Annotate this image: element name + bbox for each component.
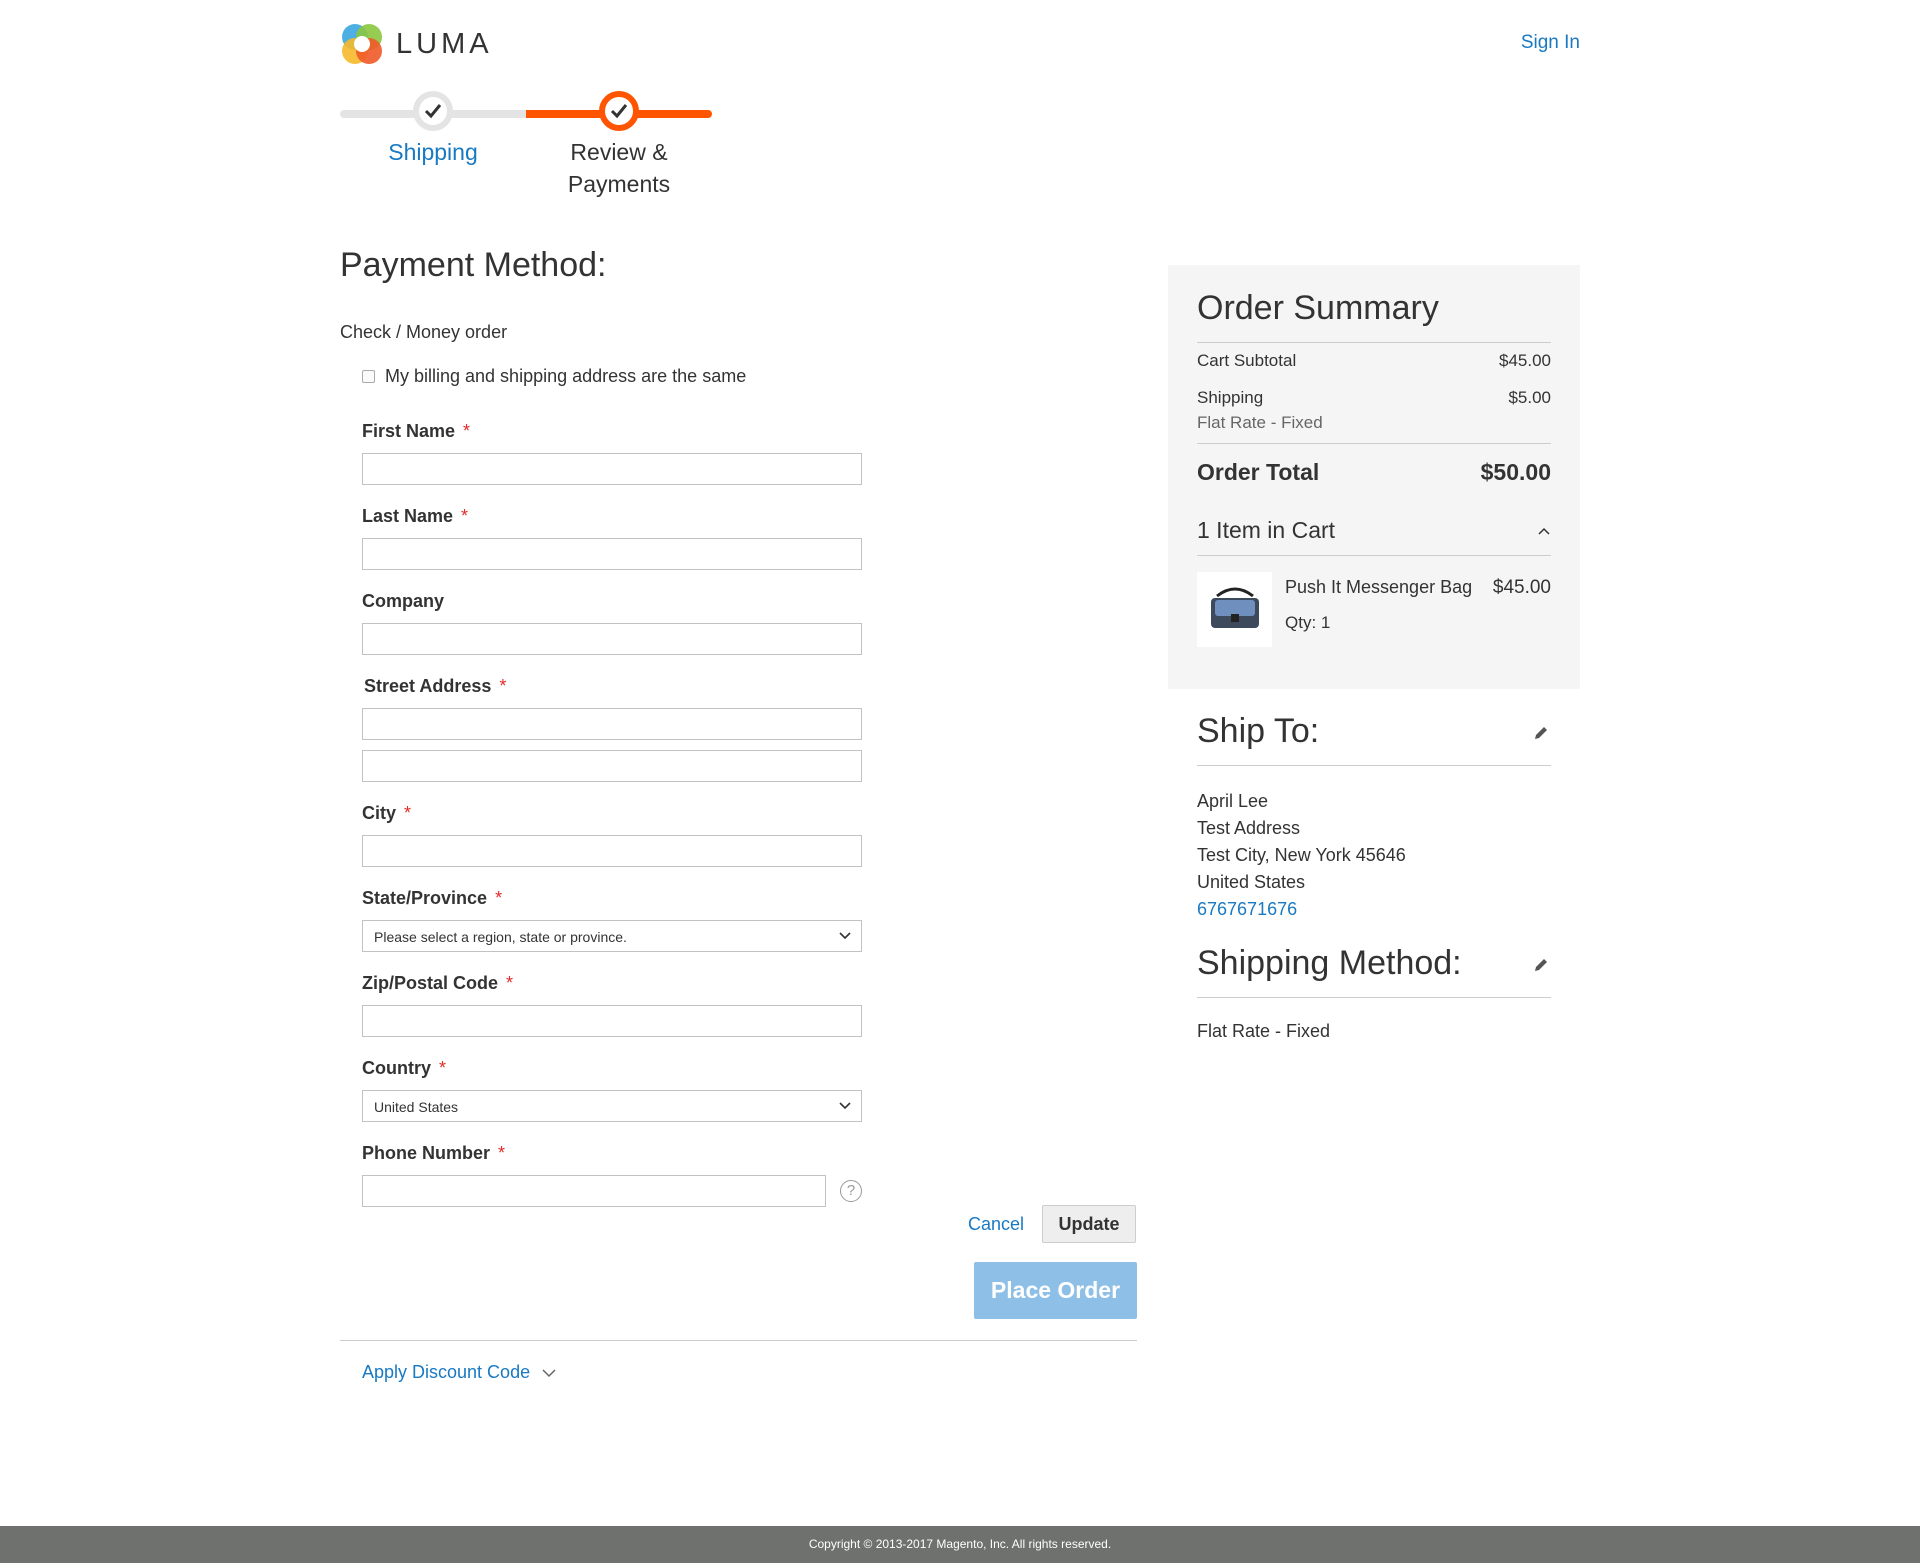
shipping-method-sub: Flat Rate - Fixed — [1197, 413, 1323, 432]
cart-subtotal-label: Cart Subtotal — [1197, 351, 1297, 370]
cancel-link[interactable]: Cancel — [968, 1214, 1024, 1235]
ship-to-name: April Lee — [1197, 791, 1269, 811]
ship-to-address: April Lee Test Address Test City, New Yo… — [1197, 788, 1406, 923]
street-address-label-text: Street Address — [364, 676, 492, 696]
shipping-label: Shipping — [1197, 388, 1264, 407]
zip-label: Zip/Postal Code * — [362, 973, 513, 994]
state-label: State/Province * — [362, 888, 502, 909]
state-label-text: State/Province — [362, 888, 488, 908]
street-address-line1-input[interactable] — [362, 708, 862, 740]
required-mark: * — [439, 1058, 447, 1078]
phone-label-text: Phone Number — [362, 1143, 491, 1163]
divider — [1197, 765, 1551, 766]
ship-to-country: United States — [1197, 872, 1306, 892]
shipping-value: $5.00 — [1508, 388, 1551, 407]
zip-input[interactable] — [362, 1005, 862, 1037]
country-select[interactable]: United States — [362, 1090, 862, 1122]
first-name-input[interactable] — [362, 453, 862, 485]
first-name-label-text: First Name — [362, 421, 456, 441]
update-button[interactable]: Update — [1042, 1205, 1136, 1243]
step-shipping-label[interactable]: Shipping — [353, 136, 513, 168]
product-thumbnail — [1197, 572, 1272, 647]
footer-copyright: Copyright © 2013-2017 Magento, Inc. All … — [0, 1526, 1920, 1563]
state-select-value: Please select a region, state or provinc… — [374, 929, 627, 945]
chevron-down-icon — [839, 932, 851, 940]
order-total-row: Order Total $50.00 — [1197, 459, 1551, 486]
step-review-check-icon — [599, 91, 639, 131]
cart-subtotal-row: Cart Subtotal $45.00 — [1197, 351, 1551, 371]
city-input[interactable] — [362, 835, 862, 867]
same-address-row[interactable]: My billing and shipping address are the … — [362, 366, 746, 387]
ship-to-street: Test Address — [1197, 818, 1301, 838]
required-mark: * — [461, 506, 469, 526]
product-price: $45.00 — [1492, 577, 1551, 598]
street-address-line2-input[interactable] — [362, 750, 862, 782]
divider — [1197, 997, 1551, 998]
ship-to-title: Ship To: — [1197, 712, 1320, 750]
required-mark: * — [404, 803, 412, 823]
place-order-button[interactable]: Place Order — [974, 1262, 1137, 1319]
items-in-cart-toggle[interactable]: 1 Item in Cart — [1197, 517, 1551, 544]
city-label-text: City — [362, 803, 397, 823]
checkout-progress: Shipping Review & Payments — [340, 86, 712, 206]
required-mark: * — [499, 676, 507, 696]
order-summary: Order Summary Cart Subtotal $45.00 Shipp… — [1168, 265, 1580, 689]
brand-name: LUMA — [396, 27, 493, 60]
help-icon[interactable]: ? — [840, 1180, 862, 1202]
company-input[interactable] — [362, 623, 862, 655]
order-total-label: Order Total — [1197, 459, 1320, 485]
messenger-bag-icon — [1210, 587, 1259, 628]
required-mark: * — [498, 1143, 506, 1163]
divider — [340, 1340, 1137, 1341]
payment-method-title: Payment Method: — [340, 246, 607, 284]
step-shipping-check-icon[interactable] — [413, 91, 453, 131]
chevron-down-icon — [839, 1102, 851, 1110]
chevron-down-icon — [542, 1368, 556, 1377]
edit-pencil-icon[interactable] — [1532, 956, 1550, 974]
phone-label: Phone Number * — [362, 1143, 505, 1164]
city-label: City * — [362, 803, 411, 824]
last-name-label: Last Name * — [362, 506, 468, 527]
same-address-label[interactable]: My billing and shipping address are the … — [385, 366, 746, 387]
cart-subtotal-value: $45.00 — [1499, 351, 1551, 370]
ship-to-phone-link[interactable]: 6767671676 — [1197, 896, 1406, 923]
product-name: Push It Messenger Bag — [1285, 577, 1473, 597]
ship-to-city-line: Test City, New York 45646 — [1197, 845, 1406, 865]
step-review-label: Review & Payments — [567, 139, 671, 197]
zip-label-text: Zip/Postal Code — [362, 973, 499, 993]
shipping-method-title: Shipping Method: — [1197, 944, 1462, 982]
required-mark: * — [495, 888, 503, 908]
country-label: Country * — [362, 1058, 446, 1079]
required-mark: * — [506, 973, 514, 993]
divider — [1197, 555, 1551, 556]
edit-pencil-icon[interactable] — [1532, 724, 1550, 742]
shipping-row: Shipping $5.00 — [1197, 388, 1551, 408]
last-name-input[interactable] — [362, 538, 862, 570]
payment-method-option: Check / Money order — [340, 322, 508, 342]
same-address-checkbox[interactable] — [362, 370, 375, 383]
country-select-value: United States — [374, 1099, 459, 1115]
street-address-label: Street Address * — [364, 676, 506, 697]
luma-logo[interactable]: LUMA — [340, 22, 493, 66]
first-name-label: First Name * — [362, 421, 470, 442]
required-mark: * — [463, 421, 471, 441]
divider — [1197, 342, 1551, 343]
divider — [1197, 443, 1551, 444]
shipping-method-value: Flat Rate - Fixed — [1197, 1021, 1331, 1041]
phone-input[interactable] — [362, 1175, 826, 1207]
chevron-up-icon[interactable] — [1537, 525, 1551, 539]
state-select[interactable]: Please select a region, state or provinc… — [362, 920, 862, 952]
sign-in-link[interactable]: Sign In — [1521, 32, 1580, 54]
luma-logo-icon — [340, 22, 384, 66]
items-in-cart-label[interactable]: 1 Item in Cart — [1197, 517, 1335, 544]
order-total-value: $50.00 — [1480, 459, 1551, 485]
product-qty: Qty: 1 — [1285, 613, 1331, 632]
apply-discount-toggle[interactable]: Apply Discount Code — [362, 1362, 556, 1383]
last-name-label-text: Last Name — [362, 506, 454, 526]
order-summary-title: Order Summary — [1197, 289, 1439, 327]
company-label: Company — [362, 591, 445, 611]
apply-discount-label[interactable]: Apply Discount Code — [362, 1362, 530, 1383]
country-label-text: Country — [362, 1058, 431, 1078]
